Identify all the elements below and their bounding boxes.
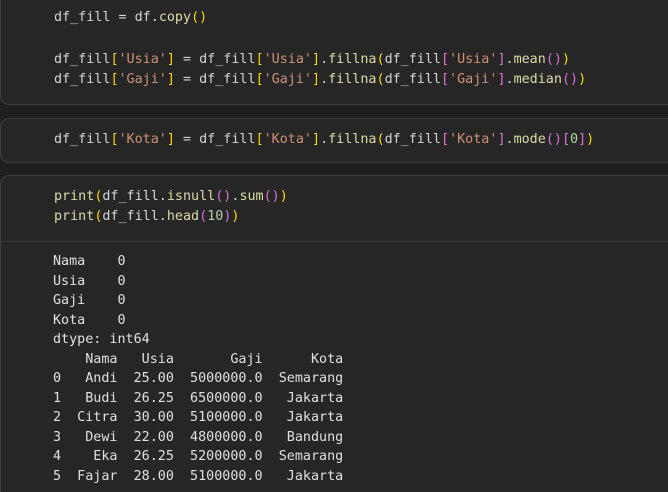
code-token: ( <box>376 72 385 87</box>
code-token: [ <box>110 132 119 147</box>
code-token: = df_fill <box>174 72 256 87</box>
code-token: = df_fill <box>174 52 256 67</box>
code-token: [ <box>255 132 264 147</box>
output-line: 3 Dewi 22.00 4800000.0 Bandung <box>53 429 344 445</box>
code-token: df_fill <box>54 72 111 87</box>
code-token: ( <box>376 52 385 67</box>
code-token: df_fill. <box>102 189 167 204</box>
output-line: dtype: int64 <box>53 332 150 347</box>
code-line[interactable]: df_fill['Kota'] = df_fill['Kota'].fillna… <box>54 130 594 150</box>
code-token: print <box>54 189 95 204</box>
code-token: [ <box>110 72 119 87</box>
code-token: ] <box>497 52 506 67</box>
code-token: () <box>545 132 562 147</box>
code-token: ) <box>279 189 288 204</box>
code-token: head <box>166 209 200 224</box>
code-token: mean <box>513 52 546 67</box>
code-token: fillna <box>328 72 377 87</box>
code-token: [ <box>255 52 264 67</box>
code-token: [ <box>561 132 570 147</box>
code-cell-1[interactable]: df_fill = df.copy() df_fill['Usia'] = df… <box>0 0 668 105</box>
code-token: () <box>215 189 232 204</box>
output-line: Nama 0 <box>53 254 126 269</box>
code-token: 10 <box>207 209 224 224</box>
code-token: 'Gaji' <box>118 72 167 87</box>
code-token: ] <box>578 132 587 147</box>
code-token: [ <box>441 52 450 67</box>
code-token: df_fill <box>54 132 111 147</box>
output-line: 0 Andi 25.00 5000000.0 Semarang <box>53 371 344 386</box>
output-line: 2 Citra 30.00 5100000.0 Jakarta <box>53 410 344 425</box>
code-token: [ <box>441 72 450 87</box>
code-token: copy <box>158 10 192 25</box>
code-line[interactable]: print(df_fill.head(10)) <box>54 207 239 227</box>
code-token: sum <box>239 189 264 204</box>
output-line: Gaji 0 <box>53 293 126 308</box>
code-token: df_fill <box>384 132 441 147</box>
code-token: df_fill. <box>102 209 167 224</box>
code-token: 'Usia' <box>118 52 167 67</box>
output-line: 5 Fajar 28.00 5100000.0 Jakarta <box>53 468 344 484</box>
code-token: ) <box>231 209 240 224</box>
code-line[interactable]: df_fill['Usia'] = df_fill['Usia'].fillna… <box>54 50 570 70</box>
output-line: Nama Usia Gaji Kota <box>53 351 344 367</box>
code-token: () <box>545 52 562 67</box>
code-token: . <box>320 52 329 67</box>
output-line: 4 Eka 26.25 5200000.0 Semarang <box>53 449 344 464</box>
code-token: ] <box>312 132 321 147</box>
code-token: isnull <box>166 189 216 204</box>
code-cell-3[interactable]: print(df_fill.isnull().sum()) print ( df_f… <box>0 175 668 492</box>
code-token: ] <box>312 72 321 87</box>
output-line: Kota 0 <box>53 312 126 328</box>
code-token: 'Kota' <box>449 132 498 147</box>
code-token: () <box>191 10 208 25</box>
code-token: 'Gaji' <box>263 72 312 87</box>
code-line[interactable]: print(df_fill.isnull().sum()) <box>54 187 288 207</box>
code-token: ( <box>376 132 385 147</box>
code-token: df_fill <box>384 52 441 67</box>
code-cell-2[interactable]: df_fill['Kota'] = df_fill['Kota'].fillna… <box>0 118 668 163</box>
code-token: fillna <box>328 132 377 147</box>
output-line: Usia 0 <box>53 273 126 289</box>
code-token: ) <box>578 72 587 87</box>
code-token: df_fill <box>384 72 441 87</box>
code-token: () <box>561 72 579 87</box>
code-token: [ <box>110 52 119 67</box>
code-token: ] <box>497 72 506 87</box>
code-token: [ <box>255 72 264 87</box>
notebook-editor: df_fill = df.copy() df_fill['Usia'] = df… <box>0 0 668 492</box>
code-token: ] <box>497 132 506 147</box>
code-token: ] <box>166 132 175 147</box>
code-token: 'Kota' <box>263 132 312 147</box>
code-token: 0 <box>570 132 579 147</box>
code-token: fillna <box>328 52 377 67</box>
output-line: 1 Budi 26.25 6500000.0 Jakarta <box>53 390 344 406</box>
code-token: = df_fill <box>174 132 256 147</box>
code-token: . <box>505 132 514 147</box>
code-token: 'Gaji' <box>449 72 498 87</box>
code-token: . <box>505 52 514 67</box>
code-token: ( <box>199 209 208 224</box>
code-token: ] <box>312 52 321 67</box>
code-token: ) <box>561 52 570 67</box>
code-token: 'Kota' <box>118 132 167 147</box>
code-token: . <box>320 72 329 87</box>
code-token: . <box>320 132 329 147</box>
code-line[interactable]: df_fill = df.copy() <box>54 8 207 28</box>
code-token: . <box>505 72 514 87</box>
code-token: 'Usia' <box>449 52 498 67</box>
code-token: () <box>263 189 280 204</box>
code-token: median <box>513 72 562 87</box>
code-token: ] <box>166 72 175 87</box>
code-token: 'Usia' <box>263 52 312 67</box>
code-token: [ <box>441 132 450 147</box>
code-token: print <box>54 209 95 224</box>
code-line[interactable]: df_fill['Gaji'] = df_fill['Gaji'].fillna… <box>54 70 586 90</box>
code-token: ) <box>586 132 595 147</box>
output-divider <box>1 241 668 242</box>
code-token: df_fill = df. <box>54 10 159 25</box>
code-token: df_fill <box>54 52 111 67</box>
code-token: ] <box>166 52 175 67</box>
code-token: mode <box>513 132 546 147</box>
